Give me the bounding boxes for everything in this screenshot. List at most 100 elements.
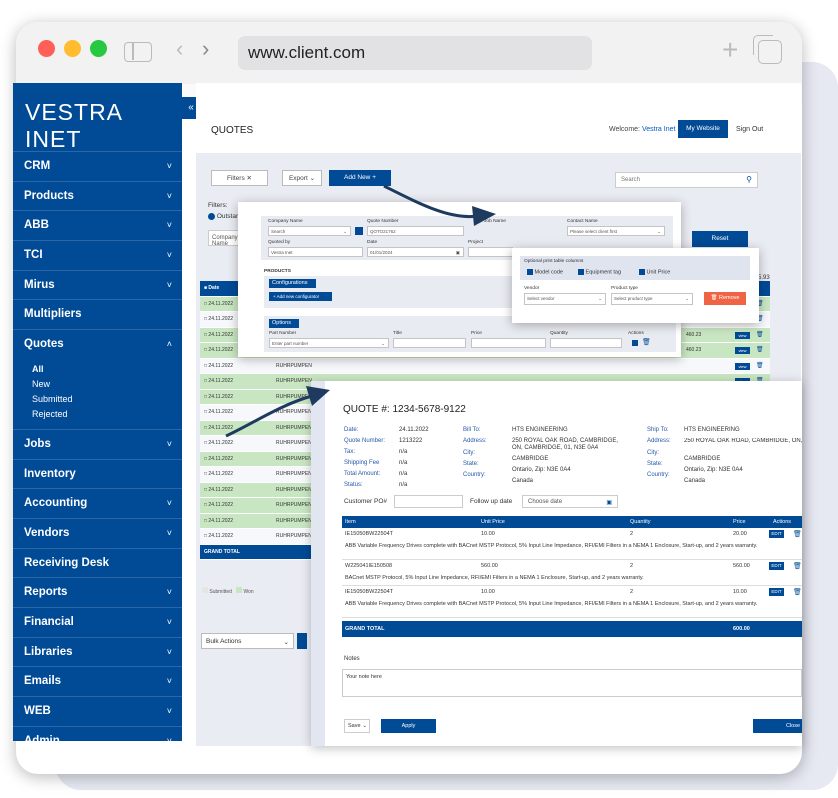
trash-icon[interactable]: 🗑 <box>756 343 764 359</box>
col-item[interactable]: Item <box>345 516 356 528</box>
row-checkbox[interactable]: □ <box>204 425 207 431</box>
sidebar-item-receiving-desk[interactable]: Receiving Desk <box>13 547 182 578</box>
back-icon[interactable]: ‹ <box>176 36 183 62</box>
sidebar-item-products[interactable]: Products ˅ <box>13 180 182 211</box>
follow-up-date-input[interactable]: Choose date ▣ <box>522 495 618 508</box>
sidebar-item-vendors[interactable]: Vendors ˅ <box>13 517 182 548</box>
bulk-actions-select[interactable]: Bulk Actions ⌄ <box>201 633 294 649</box>
my-website-button[interactable]: My Website <box>678 120 728 138</box>
add-configurator-button[interactable]: + Add new configurator <box>269 292 332 301</box>
close-dot[interactable] <box>38 40 55 57</box>
sidebar-item-crm[interactable]: CRM ˅ <box>13 151 182 181</box>
url-bar[interactable]: www.client.com <box>238 36 592 70</box>
row-checkbox[interactable]: □ <box>204 378 207 384</box>
save-select[interactable]: Save ⌄ <box>344 719 370 733</box>
notes-textarea[interactable]: Your note here <box>342 669 802 697</box>
view-button[interactable]: view <box>735 347 750 354</box>
row-checkbox[interactable]: □ <box>204 409 207 415</box>
submenu-item[interactable]: Submitted <box>32 392 182 407</box>
row-checkbox[interactable]: □ <box>204 332 207 338</box>
apply-button[interactable]: Apply <box>381 719 436 733</box>
export-button[interactable]: Export ⌄ <box>282 170 322 186</box>
reset-button[interactable]: Reset <box>692 231 748 247</box>
sidebar-item-tci[interactable]: TCI ˅ <box>13 240 182 270</box>
sidebar-item-abb[interactable]: ABB ˅ <box>13 210 182 240</box>
col-quantity[interactable]: Quantity <box>630 516 650 528</box>
filters-button[interactable]: Filters ✕ <box>211 170 268 186</box>
bulk-apply-button[interactable] <box>297 633 307 649</box>
row-checkbox[interactable]: □ <box>204 363 207 369</box>
equipment-tag-checkbox[interactable]: Equipment tag <box>578 269 621 275</box>
edit-button[interactable]: EDIT <box>769 562 784 570</box>
customer-po-input[interactable] <box>394 495 463 508</box>
quantity-input[interactable] <box>550 338 622 348</box>
table-row[interactable]: □ 24.11.2022 RUHRPUMPEN view 🗑 <box>200 358 770 375</box>
view-button[interactable]: view <box>735 362 750 370</box>
options-tab[interactable]: Options <box>269 319 299 328</box>
sidebar-item-emails[interactable]: Emails ˅ <box>13 666 182 696</box>
sidebar-toggle-icon[interactable] <box>124 42 152 62</box>
col-unit-price[interactable]: Unit Price <box>481 516 505 528</box>
row-checkbox[interactable]: □ <box>204 347 207 353</box>
user-name[interactable]: Vestra Inet <box>642 126 675 133</box>
vendor-select[interactable]: Select vendor ⌄ <box>524 293 606 305</box>
tabs-overview-icon[interactable] <box>753 35 782 64</box>
configurations-tab[interactable]: Configurations <box>269 279 316 288</box>
project-input[interactable] <box>468 247 513 257</box>
minimize-dot[interactable] <box>64 40 81 57</box>
row-checkbox[interactable]: □ <box>204 440 207 446</box>
part-number-input[interactable]: Enter part number ⌄ <box>269 338 389 348</box>
forward-icon[interactable]: › <box>202 36 209 62</box>
view-button[interactable]: view <box>735 331 750 339</box>
row-checkbox[interactable]: □ <box>204 471 207 477</box>
contact-select[interactable]: Please select client first ⌄ <box>567 226 665 236</box>
sidebar-item-web[interactable]: WEB ˅ <box>13 696 182 726</box>
copy-icon[interactable] <box>632 340 638 346</box>
trash-icon[interactable]: 🗑 <box>756 328 764 344</box>
sidebar-item-quotes[interactable]: Quotes ˄ <box>13 329 182 359</box>
sidebar-item-inventory[interactable]: Inventory <box>13 458 182 489</box>
product-type-select[interactable]: Select product type ⌄ <box>611 293 693 305</box>
close-button[interactable]: Close <box>753 719 802 733</box>
model-code-checkbox[interactable]: Model code <box>527 269 563 275</box>
remove-button[interactable]: 🗑 Remove <box>704 292 746 305</box>
row-checkbox[interactable]: □ <box>204 487 207 493</box>
row-checkbox[interactable]: □ <box>204 301 207 307</box>
unit-price-checkbox[interactable]: Unit Price <box>639 269 670 275</box>
col-date[interactable]: Date <box>208 285 219 291</box>
row-checkbox[interactable]: □ <box>204 518 207 524</box>
trash-icon[interactable]: 🗑 <box>756 359 764 375</box>
sidebar-item-admin[interactable]: Admin ˅ <box>13 725 182 741</box>
date-input[interactable]: 01/01/2024 ▣ <box>367 247 464 257</box>
col-price[interactable]: Price <box>733 516 746 528</box>
select-all-checkbox[interactable]: ■ <box>204 285 207 291</box>
sidebar-item-financial[interactable]: Financial ˅ <box>13 606 182 637</box>
company-search-input[interactable]: Search ⌄ <box>268 226 351 236</box>
sidebar-item-jobs[interactable]: Jobs ˅ <box>13 428 182 459</box>
submenu-item[interactable]: New <box>32 377 182 392</box>
trash-icon[interactable]: 🗑 <box>642 338 651 346</box>
sidebar-item-mirus[interactable]: Mirus ˅ <box>13 269 182 300</box>
quoted-by-input[interactable]: Vestra Inet <box>268 247 363 257</box>
title-input[interactable] <box>393 338 466 348</box>
sidebar-item-multipliers[interactable]: Multipliers <box>13 299 182 329</box>
submenu-item[interactable]: Rejected <box>32 407 182 422</box>
submenu-item[interactable]: All <box>32 362 182 377</box>
search-input[interactable]: Search ⚲ <box>615 172 758 188</box>
row-checkbox[interactable]: □ <box>204 316 207 322</box>
edit-button[interactable]: EDIT <box>769 530 784 538</box>
sidebar-item-accounting[interactable]: Accounting ˅ <box>13 488 182 518</box>
sidebar-item-libraries[interactable]: Libraries ˅ <box>13 636 182 667</box>
sidebar-item-reports[interactable]: Reports ˅ <box>13 577 182 607</box>
row-checkbox[interactable]: □ <box>204 502 207 508</box>
new-tab-icon[interactable]: + <box>722 34 738 66</box>
grand-total-label: GRAND TOTAL <box>204 548 240 555</box>
company-lookup-icon[interactable] <box>355 227 363 235</box>
edit-button[interactable]: EDIT <box>769 588 784 596</box>
row-checkbox[interactable]: □ <box>204 456 207 462</box>
row-checkbox[interactable]: □ <box>204 394 207 400</box>
sign-out-link[interactable]: Sign Out <box>736 126 763 133</box>
row-checkbox[interactable]: □ <box>204 533 207 539</box>
price-input[interactable] <box>471 338 546 348</box>
maximize-dot[interactable] <box>90 40 107 57</box>
